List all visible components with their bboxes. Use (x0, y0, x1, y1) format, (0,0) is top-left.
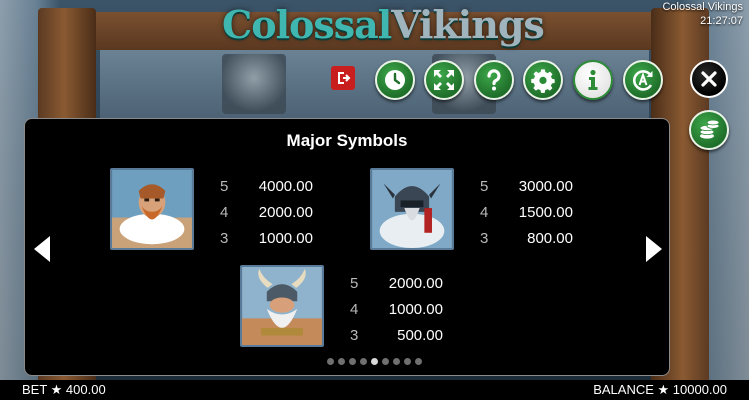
pay-row: 5 2000.00 (350, 271, 443, 297)
title-info: Colossal Vikings 21:27:07 (662, 0, 743, 28)
bet-display: BET ★ 400.00 (22, 382, 106, 397)
bearded-viking-icon (112, 170, 192, 248)
page-indicator (0, 358, 749, 365)
pay-value: 4000.00 (258, 178, 313, 195)
balance-display: BALANCE ★ 10000.00 (593, 382, 727, 397)
page-dot[interactable] (349, 358, 356, 365)
pay-value: 800.00 (527, 230, 573, 247)
help-button[interactable] (474, 60, 514, 100)
paytable-panel: Major Symbols 5 4000.00 4 2000.00 3 1000.00 (24, 118, 670, 376)
close-icon (701, 71, 717, 87)
status-bar: BET ★ 400.00 BALANCE ★ 10000.00 (0, 380, 749, 400)
coins-icon (699, 119, 720, 139)
clock-icon (385, 70, 405, 90)
reels-area (100, 50, 649, 120)
game-logo: ColossalVikings (222, 0, 545, 50)
fullscreen-button[interactable] (424, 60, 464, 100)
info-button[interactable] (573, 60, 613, 100)
pay-count: 3 (220, 230, 229, 247)
settings-button[interactable] (523, 60, 563, 100)
pay-count: 5 (480, 178, 489, 195)
page-dot[interactable] (404, 358, 411, 365)
help-icon (487, 69, 501, 91)
masked-viking-icon (372, 170, 452, 248)
pay-row: 3 500.00 (350, 323, 443, 349)
horned-viking-icon (242, 267, 322, 345)
info-icon (588, 69, 598, 90)
logo-part1: Colossal (222, 2, 392, 47)
pay-value: 1000.00 (258, 230, 313, 247)
pay-value: 500.00 (397, 327, 443, 344)
pay-count: 5 (220, 178, 229, 195)
pay-row: 5 3000.00 (480, 174, 573, 200)
game-title: Colossal Vikings (662, 1, 743, 13)
pay-value: 2000.00 (258, 204, 313, 221)
page-dot[interactable] (371, 358, 378, 365)
reel-symbol (222, 54, 286, 114)
page-dot[interactable] (415, 358, 422, 365)
bearded-viking-symbol (110, 168, 194, 250)
page-dot[interactable] (338, 358, 345, 365)
exit-icon (338, 72, 351, 84)
pay-count: 4 (480, 204, 489, 221)
page-dot[interactable] (360, 358, 367, 365)
pay-count: 4 (350, 301, 359, 318)
history-button[interactable] (375, 60, 415, 100)
pay-value: 2000.00 (388, 275, 443, 292)
pay-row: 5 4000.00 (220, 174, 313, 200)
next-page-arrow[interactable] (646, 236, 662, 262)
autoplay-button[interactable] (623, 60, 663, 100)
page-dot[interactable] (327, 358, 334, 365)
pay-count: 5 (350, 275, 359, 292)
prev-page-arrow[interactable] (34, 236, 50, 262)
masked-viking-symbol (370, 168, 454, 250)
close-button[interactable] (690, 60, 728, 98)
pay-row: 3 800.00 (480, 226, 573, 252)
pay-count: 4 (220, 204, 229, 221)
pay-value: 1500.00 (518, 204, 573, 221)
page-dot[interactable] (382, 358, 389, 365)
pay-count: 3 (350, 327, 359, 344)
masked-viking-pays: 5 3000.00 4 1500.00 3 800.00 (480, 174, 573, 252)
horned-viking-symbol (240, 265, 324, 347)
pay-row: 3 1000.00 (220, 226, 313, 252)
exit-button[interactable] (331, 66, 355, 90)
bearded-viking-pays: 5 4000.00 4 2000.00 3 1000.00 (220, 174, 313, 252)
pay-count: 3 (480, 230, 489, 247)
clock: 21:27:07 (700, 15, 743, 27)
horned-viking-pays: 5 2000.00 4 1000.00 3 500.00 (350, 271, 443, 349)
fullscreen-icon (434, 70, 454, 90)
paytable-title: Major Symbols (286, 131, 408, 150)
settings-icon (531, 69, 555, 93)
autoplay-icon (633, 70, 653, 91)
pay-row: 4 1500.00 (480, 200, 573, 226)
logo-part2: Vikings (391, 2, 545, 47)
page-dot[interactable] (393, 358, 400, 365)
pay-row: 4 2000.00 (220, 200, 313, 226)
coins-button[interactable] (689, 110, 729, 150)
pay-value: 3000.00 (518, 178, 573, 195)
pay-row: 4 1000.00 (350, 297, 443, 323)
pay-value: 1000.00 (388, 301, 443, 318)
